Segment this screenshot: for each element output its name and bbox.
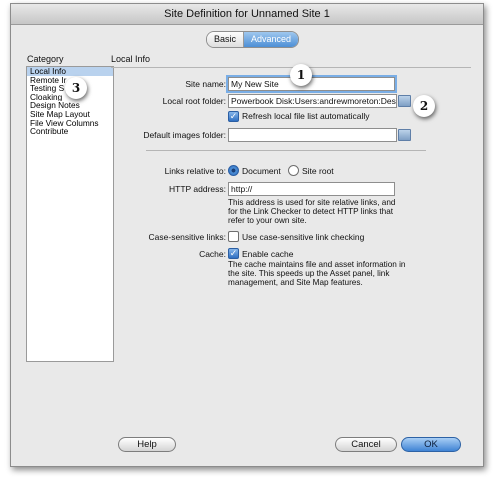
folder-icon[interactable] <box>398 95 411 107</box>
tab-basic[interactable]: Basic <box>207 32 245 47</box>
document-radio[interactable] <box>228 165 239 176</box>
tab-switcher: Basic Advanced <box>206 31 300 48</box>
callout-badge-2: 2 <box>413 95 435 117</box>
document-radio-label: Document <box>242 166 281 176</box>
http-note-line: refer to your own site. <box>228 216 307 226</box>
cache-note: The cache maintains file and asset infor… <box>228 260 406 288</box>
category-item-local-info[interactable]: Local Info <box>27 67 113 76</box>
http-note: This address is used for site relative l… <box>228 198 395 226</box>
ok-button[interactable]: OK <box>401 437 461 452</box>
default-images-input[interactable] <box>228 128 397 142</box>
callout-badge-3: 3 <box>65 77 87 99</box>
default-images-label: Default images folder: <box>143 130 226 140</box>
links-relative-label: Links relative to: <box>164 166 226 176</box>
local-root-input[interactable]: Powerbook Disk:Users:andrewmoreton:Deskt… <box>228 94 397 108</box>
case-sensitive-checkbox[interactable] <box>228 231 239 242</box>
cache-label: Cache: <box>199 249 226 259</box>
folder-icon[interactable] <box>398 129 411 141</box>
case-sensitive-label: Case-sensitive links: <box>148 232 226 242</box>
callout-badge-1: 1 <box>290 64 312 86</box>
local-root-label: Local root folder: <box>162 96 226 106</box>
http-note-line: for the Link Checker to detect HTTP link… <box>228 207 394 217</box>
category-item-file-view-columns[interactable]: File View Columns <box>27 119 113 128</box>
category-item-contribute[interactable]: Contribute <box>27 127 113 136</box>
cache-note-line: the site. This speeds up the Asset panel… <box>228 269 390 279</box>
site-name-input[interactable]: My New Site <box>228 77 395 91</box>
refresh-checkbox[interactable]: ✓ <box>228 111 239 122</box>
section-title: Local Info <box>111 54 151 64</box>
category-list[interactable]: Local Info Remote Ir Testing S Cloaking … <box>26 66 114 362</box>
http-address-input[interactable]: http:// <box>228 182 395 196</box>
divider <box>146 150 426 151</box>
category-item-design-notes[interactable]: Design Notes <box>27 101 113 110</box>
help-button[interactable]: Help <box>118 437 176 452</box>
cache-note-line: management, and Site Map features. <box>228 278 363 288</box>
http-address-label: HTTP address: <box>168 184 226 194</box>
cache-note-line: The cache maintains file and asset infor… <box>228 260 406 269</box>
cache-checkbox[interactable]: ✓ <box>228 248 239 259</box>
cache-checkbox-label: Enable cache <box>242 249 294 259</box>
category-item-site-map-layout[interactable]: Site Map Layout <box>27 110 113 119</box>
site-root-radio[interactable] <box>288 165 299 176</box>
http-note-line: This address is used for site relative l… <box>228 198 396 207</box>
site-root-radio-label: Site root <box>302 166 334 176</box>
window-title: Site Definition for Unnamed Site 1 <box>11 4 483 25</box>
site-definition-dialog: Site Definition for Unnamed Site 1 Basic… <box>10 3 484 467</box>
refresh-label: Refresh local file list automatically <box>242 111 370 121</box>
cancel-button[interactable]: Cancel <box>335 437 397 452</box>
site-name-label: Site name: <box>185 79 226 89</box>
case-sensitive-checkbox-label: Use case-sensitive link checking <box>242 232 365 242</box>
tab-advanced[interactable]: Advanced <box>244 32 299 47</box>
category-header: Category <box>27 54 64 64</box>
